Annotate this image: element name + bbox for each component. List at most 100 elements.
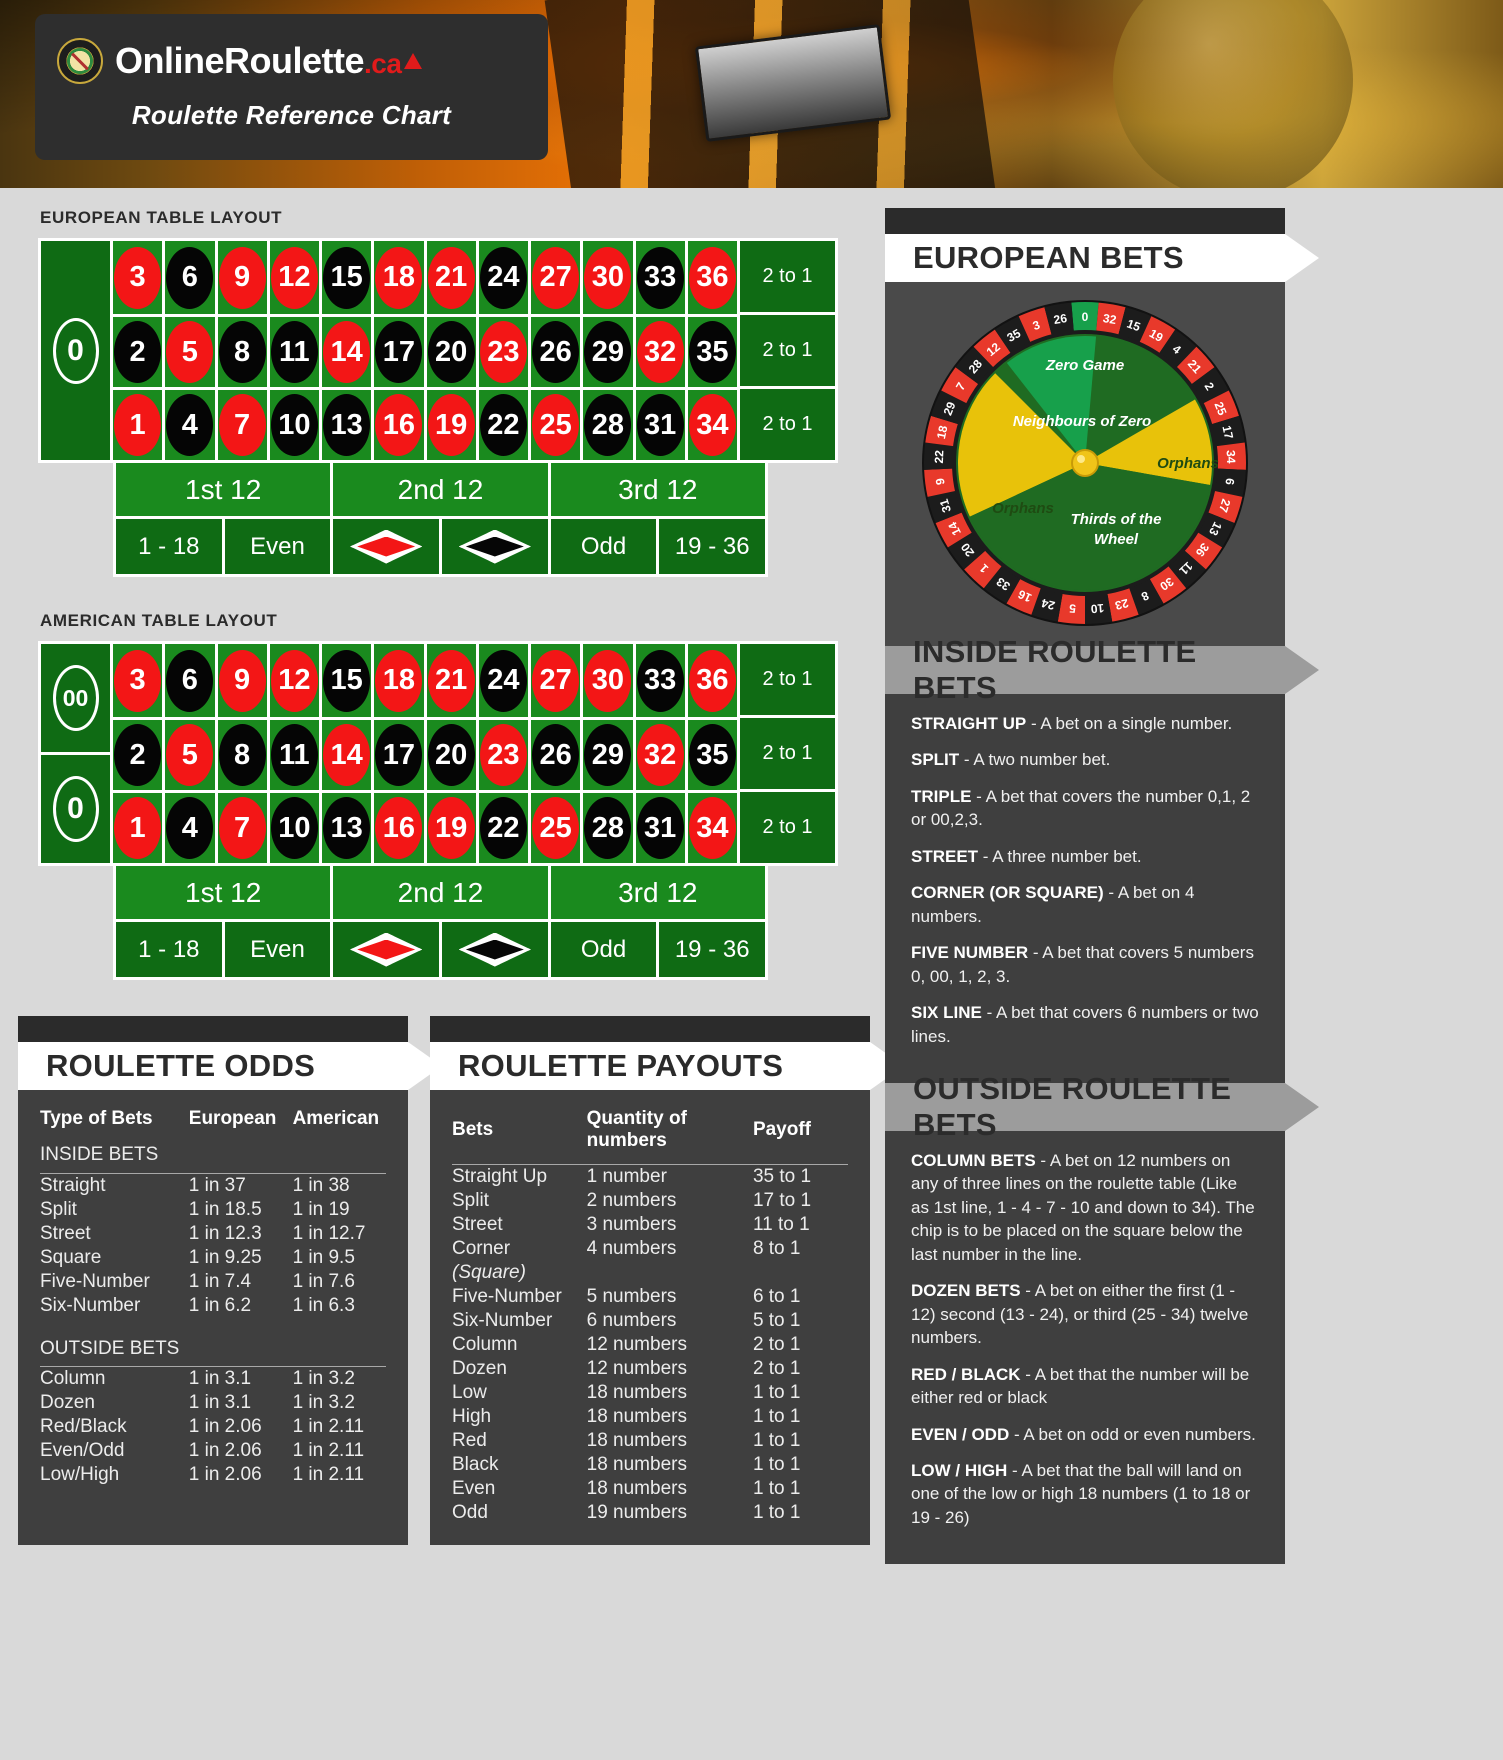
column-bet-cell-1[interactable]: 2 to 1 (740, 241, 835, 312)
number-cell-24[interactable]: 24 (478, 644, 531, 717)
number-cell-18[interactable]: 18 (374, 241, 427, 314)
outside-bet-cell[interactable]: 1 - 18 (116, 922, 222, 977)
us-zero-cell[interactable]: 0 (41, 752, 110, 863)
column-bet-cell-1[interactable]: 2 to 1 (740, 644, 835, 715)
number-cell-29[interactable]: 29 (583, 314, 636, 387)
dozen-cell[interactable]: 3rd 12 (547, 866, 765, 919)
column-bet-cell-3[interactable]: 2 to 1 (740, 789, 835, 863)
number-cell-18[interactable]: 18 (374, 644, 427, 717)
number-cell-12[interactable]: 12 (269, 644, 322, 717)
number-cell-27[interactable]: 27 (531, 241, 584, 314)
number-cell-31[interactable]: 31 (635, 387, 688, 460)
number-cell-34[interactable]: 34 (687, 790, 740, 863)
number-cell-22[interactable]: 22 (478, 387, 531, 460)
number-cell-11[interactable]: 11 (269, 314, 322, 387)
number-cell-13[interactable]: 13 (322, 790, 375, 863)
number-cell-5[interactable]: 5 (165, 717, 218, 790)
number-cell-26[interactable]: 26 (531, 314, 584, 387)
number-cell-17[interactable]: 17 (374, 717, 427, 790)
outside-bet-cell[interactable]: Even (221, 519, 331, 574)
dozen-cell[interactable]: 1st 12 (116, 463, 331, 516)
outside-bet-cell[interactable]: 19 - 36 (656, 922, 766, 977)
outside-bet-cell[interactable]: Even (221, 922, 331, 977)
number-cell-6[interactable]: 6 (165, 644, 218, 717)
number-cell-10[interactable]: 10 (269, 790, 322, 863)
number-cell-22[interactable]: 22 (478, 790, 531, 863)
number-cell-1[interactable]: 1 (113, 790, 166, 863)
number-cell-14[interactable]: 14 (322, 314, 375, 387)
number-cell-21[interactable]: 21 (426, 241, 479, 314)
number-cell-13[interactable]: 13 (322, 387, 375, 460)
dozen-cell[interactable]: 2nd 12 (330, 866, 548, 919)
us-double-zero-cell[interactable]: 00 (41, 644, 110, 752)
number-cell-30[interactable]: 30 (583, 241, 636, 314)
number-cell-4[interactable]: 4 (165, 790, 218, 863)
number-cell-20[interactable]: 20 (426, 717, 479, 790)
number-cell-4[interactable]: 4 (165, 387, 218, 460)
number-cell-36[interactable]: 36 (687, 644, 740, 717)
number-cell-11[interactable]: 11 (269, 717, 322, 790)
number-cell-29[interactable]: 29 (583, 717, 636, 790)
number-cell-9[interactable]: 9 (217, 241, 270, 314)
number-cell-35[interactable]: 35 (687, 717, 740, 790)
euro-zero-cell[interactable]: 0 (41, 241, 113, 460)
number-cell-19[interactable]: 19 (426, 387, 479, 460)
number-cell-2[interactable]: 2 (113, 717, 166, 790)
number-cell-25[interactable]: 25 (531, 790, 584, 863)
number-cell-12[interactable]: 12 (269, 241, 322, 314)
number-cell-20[interactable]: 20 (426, 314, 479, 387)
number-cell-5[interactable]: 5 (165, 314, 218, 387)
number-cell-14[interactable]: 14 (322, 717, 375, 790)
number-cell-17[interactable]: 17 (374, 314, 427, 387)
number-cell-28[interactable]: 28 (583, 790, 636, 863)
number-cell-19[interactable]: 19 (426, 790, 479, 863)
dozen-cell[interactable]: 1st 12 (116, 866, 331, 919)
red-diamond-bet[interactable] (330, 519, 440, 574)
number-cell-6[interactable]: 6 (165, 241, 218, 314)
dozen-cell[interactable]: 3rd 12 (547, 463, 765, 516)
outside-bet-cell[interactable]: Odd (547, 519, 657, 574)
dozen-cell[interactable]: 2nd 12 (330, 463, 548, 516)
number-cell-24[interactable]: 24 (478, 241, 531, 314)
number-cell-28[interactable]: 28 (583, 387, 636, 460)
number-cell-10[interactable]: 10 (269, 387, 322, 460)
number-cell-15[interactable]: 15 (322, 644, 375, 717)
number-cell-3[interactable]: 3 (113, 644, 166, 717)
black-diamond-bet[interactable] (439, 519, 548, 574)
red-diamond-bet[interactable] (330, 922, 440, 977)
number-cell-7[interactable]: 7 (217, 790, 270, 863)
number-cell-33[interactable]: 33 (635, 644, 688, 717)
outside-bet-cell[interactable]: Odd (547, 922, 657, 977)
table-cell: Dozen (452, 1357, 507, 1379)
number-cell-21[interactable]: 21 (426, 644, 479, 717)
number-cell-31[interactable]: 31 (635, 790, 688, 863)
outside-bet-cell[interactable]: 1 - 18 (116, 519, 222, 574)
number-cell-9[interactable]: 9 (217, 644, 270, 717)
column-bet-cell-2[interactable]: 2 to 1 (740, 312, 835, 386)
number-cell-23[interactable]: 23 (478, 717, 531, 790)
number-cell-27[interactable]: 27 (531, 644, 584, 717)
number-cell-33[interactable]: 33 (635, 241, 688, 314)
number-cell-30[interactable]: 30 (583, 644, 636, 717)
number-cell-8[interactable]: 8 (217, 717, 270, 790)
outside-bet-cell[interactable]: 19 - 36 (656, 519, 766, 574)
number-cell-1[interactable]: 1 (113, 387, 166, 460)
column-bet-cell-3[interactable]: 2 to 1 (740, 386, 835, 460)
number-cell-7[interactable]: 7 (217, 387, 270, 460)
number-cell-2[interactable]: 2 (113, 314, 166, 387)
number-cell-25[interactable]: 25 (531, 387, 584, 460)
number-cell-32[interactable]: 32 (635, 717, 688, 790)
number-cell-16[interactable]: 16 (374, 790, 427, 863)
column-bet-cell-2[interactable]: 2 to 1 (740, 715, 835, 789)
number-cell-3[interactable]: 3 (113, 241, 166, 314)
number-cell-23[interactable]: 23 (478, 314, 531, 387)
black-diamond-bet[interactable] (439, 922, 548, 977)
number-cell-16[interactable]: 16 (374, 387, 427, 460)
number-cell-26[interactable]: 26 (531, 717, 584, 790)
number-cell-34[interactable]: 34 (687, 387, 740, 460)
number-cell-15[interactable]: 15 (322, 241, 375, 314)
number-cell-8[interactable]: 8 (217, 314, 270, 387)
number-cell-32[interactable]: 32 (635, 314, 688, 387)
number-cell-35[interactable]: 35 (687, 314, 740, 387)
number-cell-36[interactable]: 36 (687, 241, 740, 314)
